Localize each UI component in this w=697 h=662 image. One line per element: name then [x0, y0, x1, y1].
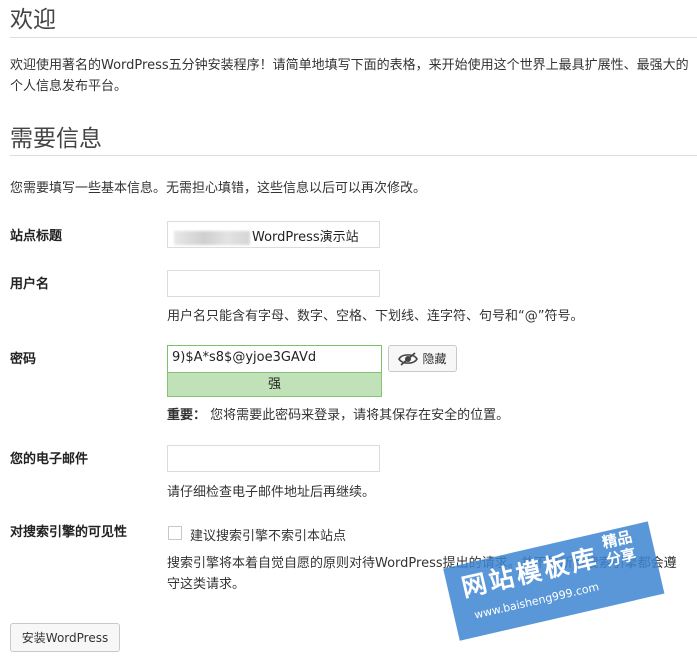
password-strength: 强 — [167, 372, 382, 397]
info-heading: 需要信息 — [10, 126, 102, 152]
username-input[interactable] — [167, 270, 380, 297]
hide-password-button[interactable]: 隐藏 — [388, 345, 457, 372]
search-visibility-checkbox[interactable] — [168, 526, 182, 540]
important-text: 您将需要此密码来登录，请将其保存在安全的位置。 — [210, 408, 510, 423]
password-label: 密码 — [10, 352, 37, 367]
email-label: 您的电子邮件 — [10, 452, 89, 467]
password-important: 重要： 您将需要此密码来登录，请将其保存在安全的位置。 — [167, 404, 509, 423]
hide-label: 隐藏 — [422, 352, 447, 366]
info-note: 您需要填写一些基本信息。无需担心填错，这些信息以后可以再次修改。 — [10, 181, 427, 196]
welcome-intro: 欢迎使用著名的WordPress五分钟安装程序！请简单地填写下面的表格，来开始使… — [10, 58, 689, 94]
email-input[interactable] — [167, 445, 380, 472]
site-title-value: WordPress演示站 — [252, 230, 359, 245]
site-title-input[interactable]: WordPress演示站 — [167, 221, 380, 248]
search-visibility-checkbox-label[interactable]: 建议搜索引擎不索引本站点 — [190, 525, 346, 544]
search-visibility-label: 对搜索引擎的可见性 — [10, 525, 128, 540]
eye-slash-icon — [398, 351, 419, 366]
divider — [10, 155, 697, 156]
important-label: 重要： — [167, 408, 207, 423]
email-help: 请仔细检查电子邮件地址后再继续。 — [167, 485, 376, 500]
username-label: 用户名 — [10, 277, 50, 292]
redacted-text — [174, 230, 250, 245]
search-visibility-description: 搜索引擎将本着自觉自愿的原则对待WordPress提出的请求。并不是所有搜索引擎… — [167, 556, 677, 592]
install-button[interactable]: 安装WordPress — [10, 623, 120, 652]
password-input[interactable]: 9)$A*s8$@yjoe3GAVd — [167, 345, 382, 372]
username-help: 用户名只能含有字母、数字、空格、下划线、连字符、句号和“@”符号。 — [167, 309, 584, 324]
site-title-label: 站点标题 — [10, 229, 63, 244]
welcome-heading: 欢迎 — [10, 7, 56, 33]
divider — [10, 37, 697, 38]
